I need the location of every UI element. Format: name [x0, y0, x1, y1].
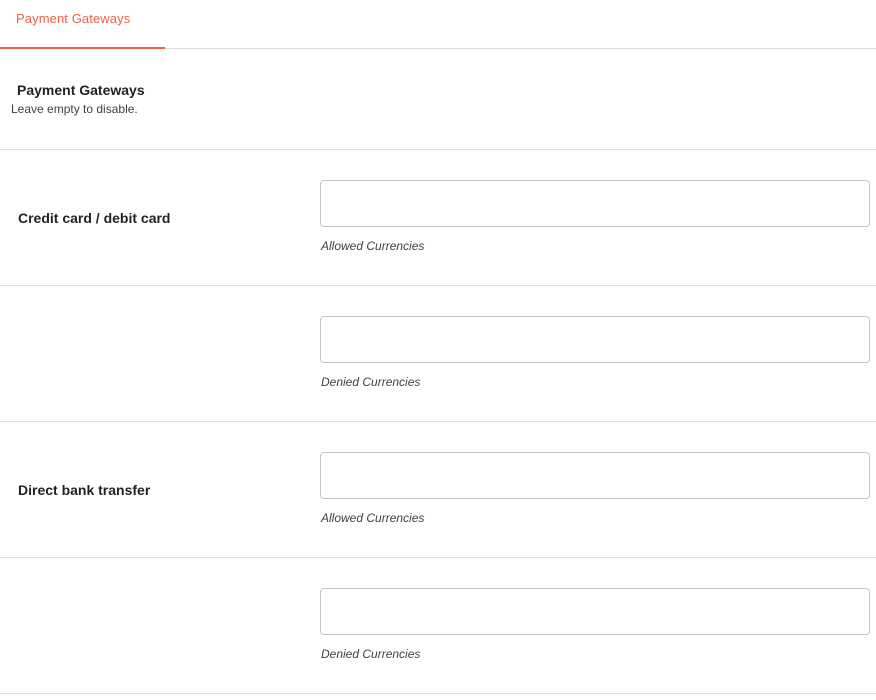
field-description: Allowed Currencies: [321, 239, 425, 253]
credit-card-denied-currencies-input[interactable]: [320, 316, 870, 363]
section-title: Payment Gateways: [17, 82, 145, 98]
section-header: Payment Gateways Leave empty to disable.: [0, 49, 876, 150]
bank-transfer-denied-currencies-input[interactable]: [320, 588, 870, 635]
credit-card-allowed-currencies-input[interactable]: [320, 180, 870, 227]
row-bank-transfer-denied: Denied Currencies: [0, 558, 876, 694]
settings-page: Payment Gateways Payment Gateways Leave …: [0, 0, 876, 700]
field-description: Denied Currencies: [321, 647, 421, 661]
row-credit-card-allowed: Credit card / debit card Allowed Currenc…: [0, 150, 876, 286]
row-label: Direct bank transfer: [18, 482, 151, 498]
field-description: Denied Currencies: [321, 375, 421, 389]
bank-transfer-allowed-currencies-input[interactable]: [320, 452, 870, 499]
tab-label: Payment Gateways: [16, 11, 131, 26]
tab-payment-gateways[interactable]: Payment Gateways: [0, 0, 165, 49]
field-description: Allowed Currencies: [321, 511, 425, 525]
row-credit-card-denied: Denied Currencies: [0, 286, 876, 422]
section-description: Leave empty to disable.: [11, 102, 138, 116]
tab-bar: Payment Gateways: [0, 0, 876, 49]
row-bank-transfer-allowed: Direct bank transfer Allowed Currencies: [0, 422, 876, 558]
row-label: Credit card / debit card: [18, 210, 171, 226]
